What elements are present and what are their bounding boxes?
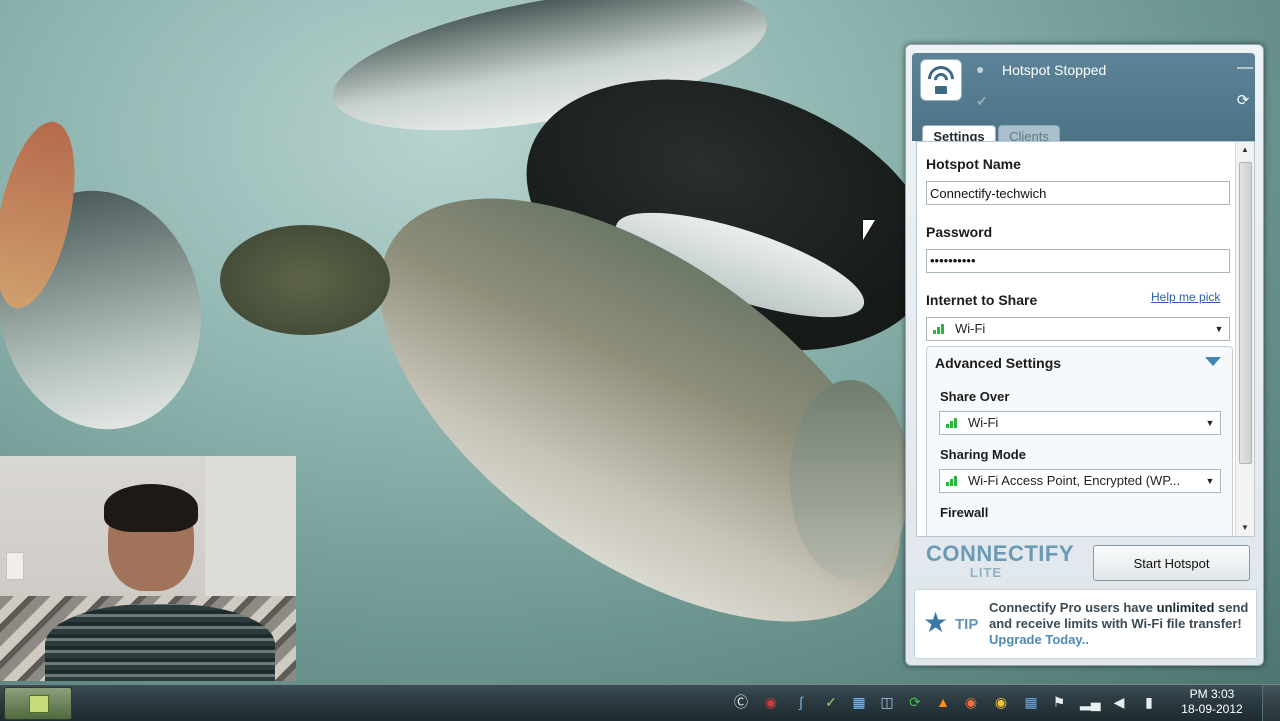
password-label: Password [926,224,993,240]
settings-scrollbar[interactable]: ▲ ▼ [1235,142,1254,536]
hotspot-name-label: Hotspot Name [926,156,1021,172]
salmon-shape [790,380,910,580]
network-share-icon[interactable]: ◫ [878,693,896,711]
sharing-mode-value: Wi-Fi Access Point, Encrypted (WP... [968,473,1181,488]
firewall-label: Firewall [940,505,989,520]
internet-to-share-select[interactable]: Wi-Fi ▼ [926,317,1230,341]
scroll-thumb[interactable] [1239,162,1252,464]
volume-icon[interactable]: ◀ [1110,693,1128,711]
signal-bars-icon [933,324,947,334]
share-over-value: Wi-Fi [968,415,999,430]
clock-date: 18-09-2012 [1181,702,1243,716]
signal-bars-icon[interactable]: ▂▄ [1080,693,1101,711]
advanced-settings-section: Advanced Settings Share Over Wi-Fi ▼ Sha… [926,346,1233,536]
connectify-icon[interactable]: Ⓒ [732,693,750,711]
chevron-down-icon: ▼ [1205,476,1215,486]
connectify-brand: CONNECTIFY LITE [926,541,1074,580]
webcam-video-overlay [0,456,296,681]
star-icon: ★ [923,607,949,638]
webcam-person-hair [104,484,198,532]
connectify-window: ● Hotspot Stopped ✔ — ⟳ Settings Clients… [905,44,1264,666]
scroll-down-arrow-icon[interactable]: ▼ [1236,520,1254,536]
wall-socket [6,552,24,580]
password-input[interactable]: •••••••••• [926,249,1230,273]
connectify-header: ● Hotspot Stopped ✔ — ⟳ Settings Clients [912,53,1255,148]
scroll-up-arrow-icon[interactable]: ▲ [1236,142,1254,158]
signal-bars-icon [946,418,960,428]
sharing-mode-select[interactable]: Wi-Fi Access Point, Encrypted (WP... ▼ [939,469,1221,493]
tip-text-part1: Connectify Pro users have [989,600,1157,615]
grid-app-icon[interactable]: ▦ [850,693,868,711]
internet-to-share-value: Wi-Fi [955,321,986,336]
start-hotspot-button[interactable]: Start Hotspot [1093,545,1250,581]
internet-to-share-label: Internet to Share [926,292,1038,308]
flag-icon[interactable]: ⚑ [1050,693,1068,711]
taskbar-clock[interactable]: PM 3:03 18-09-2012 [1172,687,1252,717]
chrome-icon[interactable]: ◉ [962,693,980,711]
help-me-pick-link[interactable]: Help me pick [1151,290,1220,304]
share-over-label: Share Over [940,389,1010,404]
start-orb-icon [29,695,49,713]
minimize-button[interactable]: — [1237,60,1253,76]
collapse-triangle-icon[interactable] [1205,357,1221,366]
advanced-settings-title[interactable]: Advanced Settings [935,355,1061,371]
salmon-shape [220,225,390,335]
taskbar: Ⓒ ◉ ∫ ✓ ▦ ◫ ⟳ ▲ ◉ ◉ ▦ ⚑ ▂▄ ◀ ▮ PM 3:03 1… [0,684,1280,721]
webcam-person-shirt [45,604,275,681]
sharing-mode-label: Sharing Mode [940,447,1026,462]
tip-box: ★ TIP Connectify Pro users have unlimite… [914,589,1257,659]
check-icon: ✔ [976,93,988,109]
tip-highlight: unlimited [1156,600,1215,615]
user-icon: ● [976,61,985,77]
chevron-down-icon: ▼ [1205,418,1215,428]
show-desktop-button[interactable] [1262,685,1280,721]
battery-icon[interactable]: ▮ [1140,693,1158,711]
settings-panel: Hotspot Name Password •••••••••• Interne… [916,141,1255,537]
clock-time: PM 3:03 [1189,687,1235,701]
chrome-icon-2[interactable]: ◉ [992,693,1010,711]
tip-label: TIP [955,616,979,633]
monitor-icon[interactable]: ▦ [1022,693,1040,711]
upgrade-link[interactable]: Upgrade Today.. [989,632,1089,647]
brand-name: CONNECTIFY [926,541,1074,566]
share-over-select[interactable]: Wi-Fi ▼ [939,411,1221,435]
refresh-icon[interactable]: ⟳ [1235,93,1251,109]
bluetooth-icon[interactable]: ∫ [792,693,810,711]
start-button[interactable] [4,687,72,720]
security-check-icon[interactable]: ✓ [822,693,840,711]
vlc-icon[interactable]: ▲ [934,693,952,711]
brand-edition: LITE [969,565,1003,580]
hotspot-name-input[interactable] [926,181,1230,205]
tip-text: Connectify Pro users have unlimited send… [989,600,1251,648]
chevron-down-icon: ▼ [1214,324,1224,334]
signal-bars-icon [946,476,960,486]
mouse-pointer [863,220,875,240]
wifi-hotspot-logo-icon [920,59,962,101]
sync-icon[interactable]: ⟳ [906,693,924,711]
network-hotspot-icon[interactable]: ◉ [762,693,780,711]
hotspot-status: Hotspot Stopped [1002,62,1107,78]
